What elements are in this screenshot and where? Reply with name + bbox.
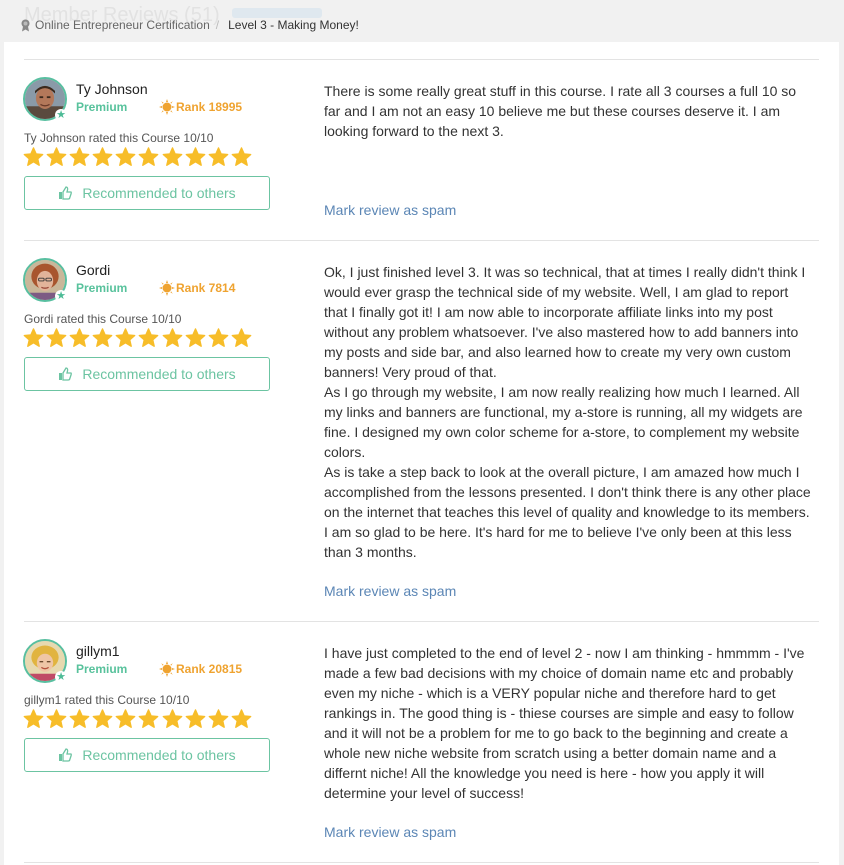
star-icon — [231, 147, 252, 166]
star-icon — [208, 328, 229, 347]
certificate-icon — [21, 19, 30, 31]
rank-sun-icon — [159, 99, 175, 115]
reviewer-name[interactable]: gillym1 — [76, 643, 120, 659]
rating-stars — [23, 147, 254, 167]
rank-badge: Rank 20815 — [159, 661, 242, 677]
recommended-label: Recommended to others — [82, 185, 236, 201]
breadcrumb-course-link[interactable]: Online Entrepreneur Certification — [35, 18, 210, 32]
verified-star-icon: ★ — [55, 109, 67, 121]
star-icon — [116, 709, 136, 728]
review-divider — [24, 862, 819, 863]
recommended-label: Recommended to others — [82, 747, 236, 763]
star-icon — [208, 147, 229, 166]
rating-stars — [23, 709, 254, 729]
star-icon — [231, 709, 252, 728]
recommended-button[interactable]: Recommended to others — [24, 357, 270, 391]
rank-badge: Rank 7814 — [159, 280, 235, 296]
rank-sun-icon — [159, 280, 175, 296]
review-paragraph: Ok, I just finished level 3. It was so t… — [324, 264, 806, 380]
rank-label: Rank 7814 — [176, 281, 236, 295]
rating-summary: Ty Johnson rated this Course 10/10 — [24, 131, 214, 145]
review-divider — [24, 621, 819, 622]
rank-label: Rank 18995 — [176, 100, 243, 114]
verified-star-icon: ★ — [55, 671, 67, 683]
recommended-button[interactable]: Recommended to others — [24, 738, 270, 772]
thumbs-up-icon — [59, 367, 73, 381]
review-body: There is some really great stuff in this… — [324, 81, 812, 141]
member-level: Premium — [76, 662, 128, 676]
rank-badge: Rank 18995 — [159, 99, 242, 115]
breadcrumb-current: Level 3 - Making Money! — [228, 18, 359, 32]
reviewer-name[interactable]: Ty Johnson — [76, 81, 148, 97]
member-level: Premium — [76, 281, 128, 295]
thumbs-up-icon — [59, 186, 73, 200]
rating-summary: Gordi rated this Course 10/10 — [24, 312, 182, 326]
star-icon — [23, 147, 44, 166]
rating-stars — [23, 328, 254, 348]
member-level: Premium — [76, 100, 128, 114]
review-divider — [24, 240, 819, 241]
star-icon — [23, 709, 44, 728]
reviews-panel: ★ Ty Johnson Premium Rank 18995 Ty Johns… — [4, 42, 839, 865]
reviewer-name[interactable]: Gordi — [76, 262, 110, 278]
recommended-button[interactable]: Recommended to others — [24, 176, 270, 210]
mark-spam-link[interactable]: Mark review as spam — [324, 824, 456, 840]
star-icon — [116, 328, 136, 347]
star-icon — [185, 147, 206, 166]
review-paragraph: I have just completed to the end of leve… — [324, 645, 805, 801]
review-paragraph: As is take a step back to look at the ov… — [324, 464, 811, 560]
star-icon — [46, 328, 67, 347]
star-icon — [23, 328, 44, 347]
star-icon — [139, 147, 159, 166]
review-body: I have just completed to the end of leve… — [324, 643, 812, 803]
mark-spam-link[interactable]: Mark review as spam — [324, 202, 456, 218]
breadcrumb: Online Entrepreneur Certification / Leve… — [20, 17, 359, 33]
star-icon — [231, 328, 252, 347]
rank-label: Rank 20815 — [176, 662, 243, 676]
star-icon — [92, 709, 113, 728]
star-icon — [116, 147, 136, 166]
rating-summary: gillym1 rated this Course 10/10 — [24, 693, 190, 707]
star-icon — [185, 328, 206, 347]
star-icon — [69, 147, 90, 166]
star-icon — [162, 709, 182, 728]
star-icon — [162, 328, 182, 347]
star-icon — [139, 709, 159, 728]
star-icon — [162, 147, 182, 166]
rank-sun-icon — [159, 661, 175, 677]
star-icon — [69, 328, 90, 347]
star-icon — [139, 328, 159, 347]
thumbs-up-icon — [59, 748, 73, 762]
star-icon — [92, 328, 113, 347]
review-divider — [24, 59, 819, 60]
star-icon — [185, 709, 206, 728]
star-icon — [46, 709, 67, 728]
star-icon — [46, 147, 67, 166]
review-paragraph: As I go through my website, I am now rea… — [324, 384, 803, 460]
breadcrumb-separator: / — [215, 18, 220, 32]
recommended-label: Recommended to others — [82, 366, 236, 382]
mark-spam-link[interactable]: Mark review as spam — [324, 583, 456, 599]
star-icon — [208, 709, 229, 728]
verified-star-icon: ★ — [55, 290, 67, 302]
review-paragraph: There is some really great stuff in this… — [324, 83, 797, 139]
star-icon — [92, 147, 113, 166]
star-icon — [69, 709, 90, 728]
review-body: Ok, I just finished level 3. It was so t… — [324, 262, 812, 562]
